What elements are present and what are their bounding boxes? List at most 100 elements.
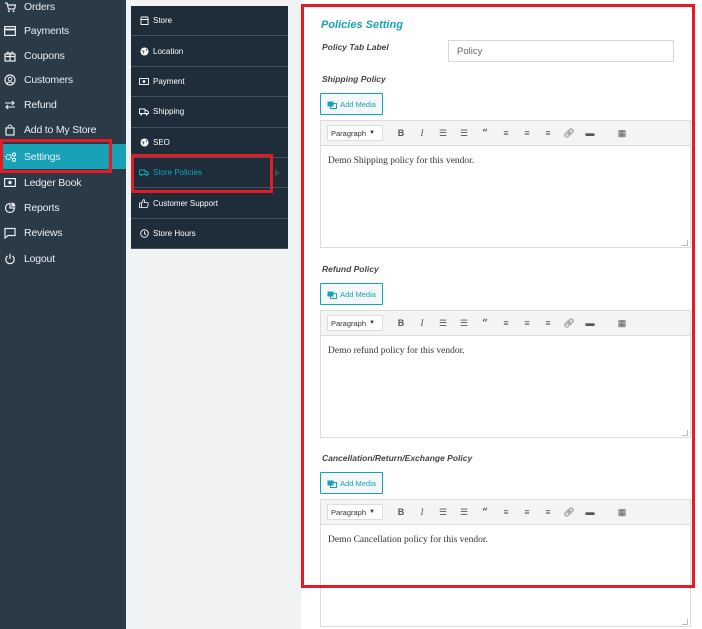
add-media-button[interactable]: Add Media: [320, 283, 383, 305]
money-icon: [0, 178, 20, 187]
sidebar-item-label: Orders: [24, 0, 55, 13]
numbered-list-button[interactable]: ☰: [454, 315, 474, 331]
read-more-button[interactable]: ▬: [580, 315, 600, 331]
chart-pie-icon: [0, 202, 20, 214]
policy-tab-label-input[interactable]: [448, 40, 674, 62]
read-more-button[interactable]: ▬: [580, 504, 600, 520]
align-right-button[interactable]: ≡: [538, 125, 558, 141]
user-circle-icon: [0, 73, 20, 86]
bold-button[interactable]: B: [391, 125, 411, 141]
resize-handle[interactable]: [682, 430, 688, 436]
submenu-item-location[interactable]: Location: [131, 36, 288, 67]
link-icon[interactable]: 🔗︎: [559, 315, 579, 331]
add-media-button[interactable]: Add Media: [320, 93, 383, 115]
align-right-button[interactable]: ≡: [538, 315, 558, 331]
toolbar-toggle-button[interactable]: ▦: [612, 125, 632, 141]
clock-icon: [139, 229, 149, 238]
italic-button[interactable]: I: [412, 315, 432, 331]
sidebar-item-settings[interactable]: Settings: [0, 144, 126, 169]
link-icon[interactable]: 🔗︎: [559, 125, 579, 141]
align-center-button[interactable]: ≡: [517, 125, 537, 141]
align-left-button[interactable]: ≡: [496, 504, 516, 520]
sidebar-item-label: Ledger Book: [24, 176, 82, 189]
format-select[interactable]: Paragraph ▼: [327, 504, 383, 520]
blockquote-button[interactable]: “: [475, 504, 495, 520]
sidebar-item-add-to-my-store[interactable]: Add to My Store: [0, 117, 126, 142]
refund-policy-editor: Paragraph ▼ B I ☰ ☰ “ ≡ ≡ ≡ 🔗︎ ▬ ▦ Demo r…: [320, 310, 691, 438]
bulleted-list-button[interactable]: ☰: [433, 315, 453, 331]
editor-content[interactable]: Demo refund policy for this vendor.: [321, 336, 690, 438]
italic-button[interactable]: I: [412, 504, 432, 520]
settings-submenu: Store Location Payment Shipping SEO Stor…: [131, 6, 288, 250]
link-icon[interactable]: 🔗︎: [559, 504, 579, 520]
submenu-item-label: Payment: [153, 76, 185, 86]
sidebar-item-label: Add to My Store: [24, 123, 97, 136]
format-select[interactable]: Paragraph ▼: [327, 125, 383, 141]
sidebar-item-label: Coupons: [24, 49, 65, 62]
store-icon: [139, 16, 149, 26]
sidebar-item-payments[interactable]: Payments: [0, 18, 126, 43]
editor-toolbar: Paragraph ▼ B I ☰ ☰ “ ≡ ≡ ≡ 🔗︎ ▬ ▦: [321, 311, 690, 336]
add-media-icon: [327, 479, 338, 488]
align-left-button[interactable]: ≡: [496, 315, 516, 331]
sidebar-item-orders[interactable]: Orders: [0, 0, 126, 19]
sidebar-item-reports[interactable]: Reports: [0, 195, 126, 220]
globe-icon: [139, 47, 149, 56]
submenu-item-seo[interactable]: SEO: [131, 128, 288, 158]
editor-content[interactable]: Demo Shipping policy for this vendor.: [321, 146, 690, 248]
align-center-button[interactable]: ≡: [517, 504, 537, 520]
bold-button[interactable]: B: [391, 504, 411, 520]
blockquote-button[interactable]: “: [475, 125, 495, 141]
sidebar-item-ledger-book[interactable]: Ledger Book: [0, 170, 126, 195]
sidebar-item-refund[interactable]: Refund: [0, 92, 126, 117]
format-select[interactable]: Paragraph ▼: [327, 315, 383, 331]
numbered-list-button[interactable]: ☰: [454, 504, 474, 520]
submenu-item-store[interactable]: Store: [131, 6, 288, 37]
toolbar-toggle-button[interactable]: ▦: [612, 504, 632, 520]
credit-card-icon: [0, 25, 20, 36]
sidebar-item-customers[interactable]: Customers: [0, 67, 126, 92]
bulleted-list-button[interactable]: ☰: [433, 504, 453, 520]
thumbs-up-icon: [139, 198, 149, 208]
read-more-button[interactable]: ▬: [580, 125, 600, 141]
sidebar-item-label: Payments: [24, 24, 70, 37]
italic-button[interactable]: I: [412, 125, 432, 141]
add-media-label: Add Media: [340, 478, 376, 488]
comment-icon: [0, 227, 20, 239]
globe-icon: [139, 138, 149, 147]
sidebar-item-label: Reviews: [24, 226, 63, 239]
blockquote-button[interactable]: “: [475, 315, 495, 331]
numbered-list-button[interactable]: ☰: [454, 125, 474, 141]
submenu-item-customer-support[interactable]: Customer Support: [131, 188, 288, 219]
submenu-item-payment[interactable]: Payment: [131, 67, 288, 98]
resize-handle[interactable]: [682, 619, 688, 625]
bold-button[interactable]: B: [391, 315, 411, 331]
align-center-button[interactable]: ≡: [517, 315, 537, 331]
editor-content[interactable]: Demo Cancellation policy for this vendor…: [321, 525, 690, 627]
align-left-button[interactable]: ≡: [496, 125, 516, 141]
power-icon: [0, 253, 20, 265]
add-media-button[interactable]: Add Media: [320, 472, 383, 494]
submenu-item-shipping[interactable]: Shipping: [131, 97, 288, 128]
add-media-icon: [327, 290, 338, 299]
policies-settings-panel: Policies Setting Policy Tab Label Shippi…: [301, 0, 702, 629]
submenu-item-store-hours[interactable]: Store Hours: [131, 219, 288, 250]
section-title: Policies Setting: [321, 19, 403, 31]
refund-icon: [0, 100, 20, 110]
gears-icon: [0, 151, 20, 163]
resize-handle[interactable]: [682, 240, 688, 246]
toolbar-toggle-button[interactable]: ▦: [612, 315, 632, 331]
bulleted-list-button[interactable]: ☰: [433, 125, 453, 141]
submenu-item-label: Store Policies: [153, 168, 202, 178]
sidebar-item-coupons[interactable]: Coupons: [0, 43, 126, 68]
refund-policy-label: Refund Policy: [322, 264, 379, 274]
submenu-item-label: Store Hours: [153, 228, 196, 238]
active-arrow-indicator: [275, 168, 280, 177]
align-right-button[interactable]: ≡: [538, 504, 558, 520]
sidebar-item-reviews[interactable]: Reviews: [0, 220, 126, 245]
sidebar-item-logout[interactable]: Logout: [0, 246, 126, 271]
submenu-item-store-policies[interactable]: Store Policies: [131, 158, 288, 189]
add-media-label: Add Media: [340, 289, 376, 299]
editor-toolbar: Paragraph ▼ B I ☰ ☰ “ ≡ ≡ ≡ 🔗︎ ▬ ▦: [321, 500, 690, 525]
shipping-policy-editor: Paragraph ▼ B I ☰ ☰ “ ≡ ≡ ≡ 🔗︎ ▬ ▦ Demo S…: [320, 120, 691, 248]
